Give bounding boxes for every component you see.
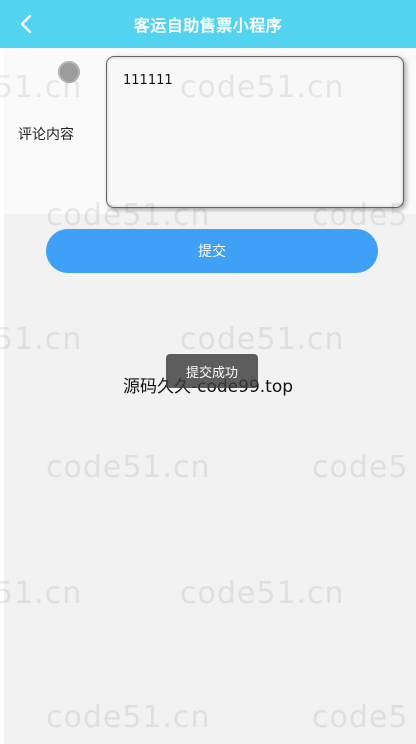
watermark: 51.cn	[0, 576, 83, 611]
submit-button[interactable]: 提交	[46, 229, 378, 273]
watermark: code51.cn	[180, 70, 345, 105]
page-title: 客运自助售票小程序	[133, 16, 283, 35]
watermark: code51.cn	[46, 700, 211, 735]
watermark: code5	[312, 700, 409, 735]
submit-button-label: 提交	[198, 244, 226, 260]
comment-text: 111111	[123, 73, 173, 88]
toast-message: 提交成功	[166, 354, 258, 388]
chevron-left-icon	[20, 14, 32, 34]
back-button[interactable]	[12, 10, 40, 38]
app-header: 客运自助售票小程序	[0, 0, 416, 48]
watermark: code51.cn	[180, 576, 345, 611]
watermark: code5	[312, 198, 409, 233]
watermark: 51.cn	[0, 322, 83, 357]
watermark: code51.cn	[180, 322, 345, 357]
comment-label: 评论内容	[18, 127, 74, 143]
watermark: code5	[312, 450, 409, 485]
watermark: code51.cn	[46, 450, 211, 485]
toast-text: 提交成功	[185, 365, 238, 381]
watermark: code51.cn	[46, 198, 211, 233]
watermark: 51.cn	[0, 70, 83, 105]
